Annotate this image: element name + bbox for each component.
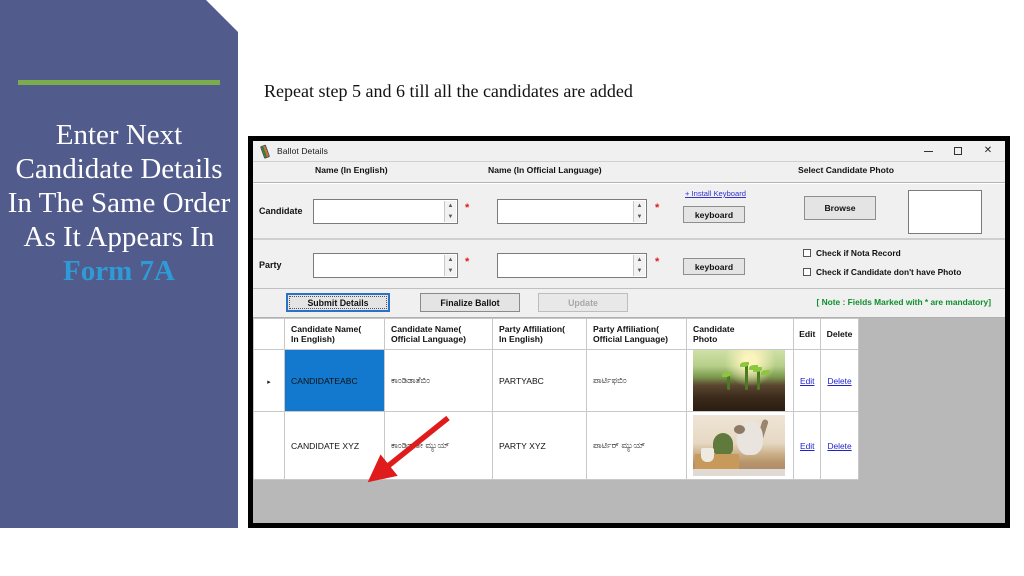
header-edit[interactable]: Edit: [792, 318, 822, 350]
update-button[interactable]: Update: [538, 293, 628, 312]
party-name-english-input[interactable]: ▲ ▼: [313, 253, 458, 278]
close-icon[interactable]: ✕: [973, 142, 1003, 161]
candidate-name-official-spinner[interactable]: ▲ ▼: [633, 201, 645, 222]
candidate-photo-preview[interactable]: [908, 190, 982, 234]
cell-party-affiliation-english[interactable]: PARTY XYZ: [492, 411, 587, 480]
party-row: Party ▲ ▼ * ▲ ▼ * keyboard Check if Nota R…: [253, 240, 1005, 289]
header-line-1: Party Affiliation(: [593, 323, 660, 334]
entry-form: Candidate ▲ ▼ * ▲ ▼ * + Install Keyboard k…: [253, 183, 1005, 289]
no-photo-checkbox-row[interactable]: Check if Candidate don't have Photo: [803, 267, 961, 277]
header-line-2: In English): [291, 334, 335, 344]
ballot-app-icon: [257, 143, 274, 160]
cell-candidate-name-official[interactable]: ಕಾಂಡಿಡಾತೆಬಿಂ: [384, 349, 493, 412]
candidate-keyboard-button[interactable]: keyboard: [683, 206, 745, 223]
cell-candidate-name-english[interactable]: CANDIDATE XYZ: [284, 411, 385, 480]
nota-record-checkbox[interactable]: [803, 249, 811, 257]
candidates-table: Candidate Name( In English) Candidate Na…: [253, 318, 859, 480]
sidebar-title: Enter Next Candidate Details In The Same…: [4, 118, 234, 288]
finalize-ballot-button[interactable]: Finalize Ballot: [420, 293, 520, 312]
table-row[interactable]: ▸ CANDIDATEABC ಕಾಂಡಿಡಾತೆಬಿಂ PARTYABC ಪಾರ…: [253, 349, 859, 412]
caption-select-photo: Select Candidate Photo: [798, 165, 894, 175]
sidebar-title-highlight: Form 7A: [63, 255, 175, 287]
sidebar-panel: Enter Next Candidate Details In The Same…: [0, 0, 238, 528]
row-selector-header: [253, 318, 285, 350]
cell-party-affiliation-english[interactable]: PARTYABC: [492, 349, 587, 412]
candidate-row: Candidate ▲ ▼ * ▲ ▼ * + Install Keyboard k…: [253, 184, 1005, 240]
caption-name-official: Name (In Official Language): [488, 165, 602, 175]
slide-caption: Repeat step 5 and 6 till all the candida…: [264, 81, 633, 101]
table-row[interactable]: CANDIDATE XYZ ಕಾಂಡಿಡಾತೇ ಮ್ಯುಯ್ PARTY XYZ…: [253, 411, 859, 480]
party-name-english-spinner[interactable]: ▲ ▼: [444, 255, 456, 276]
header-delete[interactable]: Delete: [820, 318, 859, 350]
header-party-affiliation-english[interactable]: Party Affiliation( In English): [492, 318, 587, 350]
cell-edit-link[interactable]: Edit: [792, 349, 822, 412]
cell-candidate-name-english[interactable]: CANDIDATEABC: [284, 349, 385, 412]
candidates-grid: Candidate Name( In English) Candidate Na…: [253, 318, 1005, 500]
candidate-name-official-input[interactable]: ▲ ▼: [497, 199, 647, 224]
party-name-official-input[interactable]: ▲ ▼: [497, 253, 647, 278]
party-keyboard-button[interactable]: keyboard: [683, 258, 745, 275]
table-header-row: Candidate Name( In English) Candidate Na…: [253, 318, 859, 350]
nota-record-label: Check if Nota Record: [816, 248, 901, 258]
header-line-2: In English): [499, 334, 543, 344]
header-candidate-name-official[interactable]: Candidate Name( Official Language): [384, 318, 493, 350]
header-line-1: Candidate: [693, 323, 735, 334]
install-keyboard-link[interactable]: + Install Keyboard: [685, 189, 746, 198]
header-line-1: Candidate Name(: [291, 323, 362, 334]
candidate-name-english-input[interactable]: ▲ ▼: [313, 199, 458, 224]
header-line-1: Party Affiliation(: [499, 323, 566, 334]
action-button-bar: Submit Details Finalize Ballot Update [ …: [253, 289, 1005, 318]
window-title: Ballot Details: [277, 146, 329, 156]
cell-edit-link[interactable]: Edit: [792, 411, 822, 480]
header-line-2: Official Language): [391, 334, 466, 344]
cell-delete-link[interactable]: Delete: [820, 411, 859, 480]
no-photo-label: Check if Candidate don't have Photo: [816, 267, 962, 277]
row-selector-caret: ▸: [267, 378, 271, 386]
row-selector[interactable]: ▸: [253, 349, 285, 412]
edit-link[interactable]: Edit: [800, 376, 814, 386]
mandatory-fields-note: [ Note : Fields Marked with * are mandat…: [816, 297, 991, 307]
plant-seedlings-photo: [693, 350, 785, 411]
cell-delete-link[interactable]: Delete: [820, 349, 859, 412]
delete-link[interactable]: Delete: [827, 376, 851, 386]
application-screenshot-frame: Ballot Details ✕ Name (In English) Name …: [248, 136, 1010, 528]
edit-link[interactable]: Edit: [800, 441, 814, 451]
submit-details-button[interactable]: Submit Details: [286, 293, 390, 312]
browse-button[interactable]: Browse: [804, 196, 876, 220]
party-label: Party: [259, 260, 282, 270]
header-line-2: Photo: [693, 334, 718, 344]
row-selector[interactable]: [253, 411, 285, 480]
sidebar-accent-rule: [18, 80, 220, 85]
candidate-name-official-required: *: [655, 202, 660, 214]
window-titlebar: Ballot Details ✕: [253, 141, 1005, 162]
candidate-name-english-spinner[interactable]: ▲ ▼: [444, 201, 456, 222]
party-name-english-required: *: [465, 256, 470, 268]
window-controls: ✕: [913, 142, 1003, 161]
cell-party-affiliation-official[interactable]: ಪಾರ್ಟಿರ್ ಮ್ಯುಯ್: [586, 411, 687, 480]
candidate-label: Candidate: [259, 206, 303, 216]
header-candidate-photo[interactable]: Candidate Photo: [686, 318, 794, 350]
ballot-details-window: Ballot Details ✕ Name (In English) Name …: [253, 141, 1005, 523]
cell-party-affiliation-official[interactable]: ಪಾರ್ಟಿಫಬಿಂ: [586, 349, 687, 412]
party-name-official-spinner[interactable]: ▲ ▼: [633, 255, 645, 276]
nota-record-checkbox-row[interactable]: Check if Nota Record: [803, 248, 901, 258]
header-candidate-name-english[interactable]: Candidate Name( In English): [284, 318, 385, 350]
minimize-icon[interactable]: [913, 142, 943, 161]
header-party-affiliation-official[interactable]: Party Affiliation( Official Language): [586, 318, 687, 350]
sidebar-title-plain: Enter Next Candidate Details In The Same…: [7, 119, 231, 253]
slide: Enter Next Candidate Details In The Same…: [0, 0, 1024, 576]
header-line-1: Candidate Name(: [391, 323, 462, 334]
cell-candidate-photo[interactable]: [686, 411, 794, 480]
column-caption-strip: Name (In English) Name (In Official Lang…: [253, 162, 1005, 183]
no-photo-checkbox[interactable]: [803, 268, 811, 276]
caption-name-english: Name (In English): [315, 165, 388, 175]
cell-candidate-photo[interactable]: [686, 349, 794, 412]
cell-candidate-name-official[interactable]: ಕಾಂಡಿಡಾತೇ ಮ್ಯುಯ್: [384, 411, 493, 480]
party-name-official-required: *: [655, 256, 660, 268]
maximize-icon[interactable]: [943, 142, 973, 161]
cat-on-shelf-photo: [693, 415, 785, 476]
header-line-2: Official Language): [593, 334, 668, 344]
delete-link[interactable]: Delete: [827, 441, 851, 451]
candidate-name-english-required: *: [465, 202, 470, 214]
